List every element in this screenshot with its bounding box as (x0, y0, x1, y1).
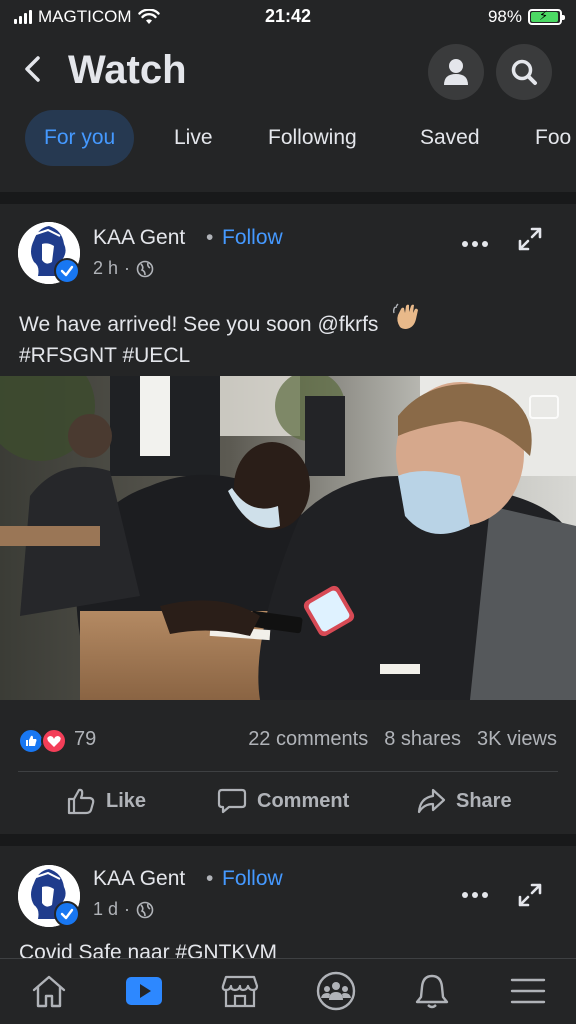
verified-badge-icon (54, 258, 80, 284)
section-divider (0, 834, 576, 846)
nav-marketplace[interactable] (216, 967, 264, 1015)
divider-line (18, 771, 558, 772)
share-icon (417, 788, 446, 814)
comments-count[interactable]: 22 comments (248, 728, 368, 751)
watch-icon (126, 977, 162, 1005)
comment-label: Comment (257, 789, 350, 812)
views-count: 3K views (476, 728, 557, 750)
post-actions: Like Comment Share (0, 776, 576, 830)
like-button[interactable]: Like (66, 786, 146, 816)
more-options-icon[interactable] (460, 887, 490, 903)
chevron-left-icon[interactable] (20, 52, 46, 86)
share-button[interactable]: Share (416, 786, 512, 816)
battery-percent: 98% (487, 7, 522, 26)
post-caption-line1: We have arrived! See you soon @fkrfs (19, 313, 379, 336)
reaction-count: 79 (74, 728, 97, 750)
search-button[interactable] (496, 44, 552, 100)
post-time: 1 d (93, 899, 119, 919)
follow-button[interactable]: Follow (222, 226, 283, 250)
person-icon (444, 59, 468, 85)
thumbs-up-icon (67, 788, 95, 815)
post-time: 2 h (93, 258, 119, 278)
post-header: KAA Gent • Follow 1 d · (0, 865, 576, 945)
menu-icon (510, 978, 546, 1004)
search-icon (511, 59, 537, 85)
post-header: KAA Gent • Follow 2 h · (0, 222, 576, 302)
globe-icon (136, 901, 154, 918)
nav-notifications[interactable] (408, 967, 456, 1015)
waving-hand-icon (392, 301, 422, 340)
battery-icon: ⚡ (528, 8, 565, 25)
reactions-summary[interactable]: 79 22 comments 8 shares 3K views (0, 726, 576, 756)
reaction-icons (18, 728, 67, 754)
tab-following[interactable]: Following (268, 110, 357, 166)
watch-header: Watch (0, 34, 576, 112)
home-icon (32, 975, 66, 1008)
like-label: Like (106, 789, 147, 812)
separator-dot: • (206, 867, 214, 890)
tab-food[interactable]: Foo (535, 110, 571, 166)
tab-for-you[interactable]: For you (25, 110, 135, 166)
share-label: Share (456, 789, 512, 812)
comment-icon (217, 788, 247, 814)
post-caption: We have arrived! See you soon @fkrfs #RF… (19, 301, 422, 371)
nav-menu[interactable] (504, 967, 552, 1015)
comment-button[interactable]: Comment (217, 786, 349, 816)
nav-groups[interactable] (312, 967, 360, 1015)
status-bar: MAGTICOM 21:42 98% ⚡ (0, 0, 576, 34)
tab-live[interactable]: Live (174, 110, 213, 166)
bottom-navigation (0, 958, 576, 1024)
expand-icon[interactable] (517, 226, 543, 252)
nav-home[interactable] (25, 967, 73, 1015)
page-name[interactable]: KAA Gent (93, 226, 185, 250)
verified-badge-icon (54, 901, 80, 927)
follow-button[interactable]: Follow (222, 867, 283, 891)
nav-watch[interactable] (120, 967, 168, 1015)
globe-icon (136, 260, 154, 277)
section-divider (0, 192, 576, 204)
page-title: Watch (68, 48, 187, 92)
profile-button[interactable] (428, 44, 484, 100)
more-options-icon[interactable] (460, 236, 490, 252)
post-hashtags: #RFSGNT #UECL (19, 344, 191, 367)
page-name[interactable]: KAA Gent (93, 867, 185, 891)
watch-tabs: For you Live Following Saved Foo (0, 110, 576, 168)
separator-dot: • (206, 226, 214, 249)
post-meta: 2 h · (93, 258, 154, 279)
video-frame-image (0, 376, 576, 700)
post-video[interactable] (0, 376, 576, 700)
groups-icon (316, 971, 356, 1011)
tab-saved[interactable]: Saved (420, 110, 480, 166)
expand-icon[interactable] (517, 882, 543, 908)
marketplace-icon (221, 975, 259, 1008)
post-meta: 1 d · (93, 899, 154, 920)
shares-count[interactable]: 8 shares (384, 728, 461, 751)
notifications-icon (415, 974, 449, 1009)
post-caption: Covid Safe naar #GNTKVM (19, 941, 277, 959)
